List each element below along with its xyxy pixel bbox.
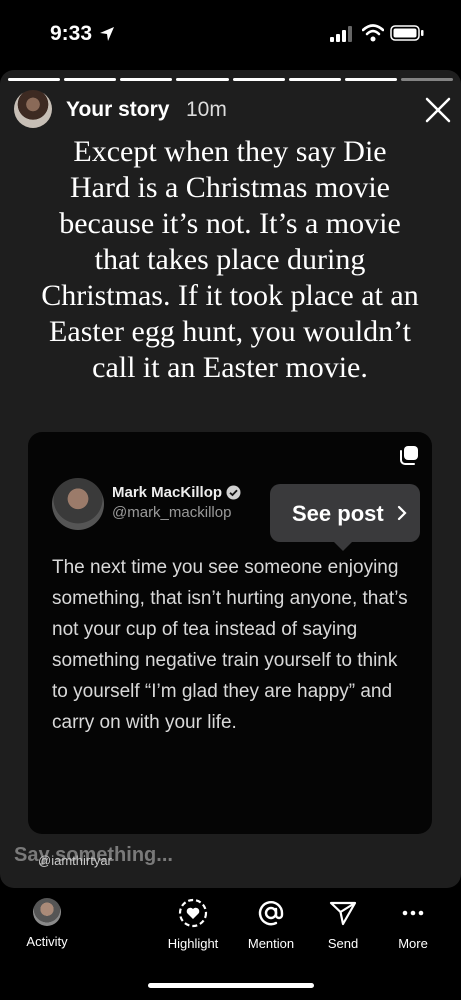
story-time-ago: 10m xyxy=(186,98,227,121)
highlight-heart-icon xyxy=(178,898,208,928)
ellipsis-icon xyxy=(402,910,424,916)
cellular-signal-icon xyxy=(330,26,352,42)
battery-icon xyxy=(390,25,424,41)
multiple-posts-icon xyxy=(400,446,418,465)
story-progress-bar xyxy=(8,78,453,81)
story-viewer[interactable]: Your story 10m Except when they say Die … xyxy=(0,70,461,888)
status-bar: 9:33 xyxy=(0,0,461,68)
avatar xyxy=(33,898,61,926)
chevron-right-icon xyxy=(397,505,407,521)
at-icon xyxy=(258,901,284,926)
mention-button[interactable]: Mention xyxy=(231,898,311,951)
send-icon xyxy=(329,901,357,926)
story-username[interactable]: Your story xyxy=(66,98,169,122)
status-time: 9:33 xyxy=(50,22,93,45)
post-author-handle: @mark_mackillop xyxy=(112,504,232,521)
post-text: The next time you see someone enjoying s… xyxy=(52,557,408,733)
activity-button[interactable]: Activity xyxy=(7,898,87,949)
see-post-button[interactable]: See post xyxy=(270,484,420,551)
see-post-label: See post xyxy=(292,501,384,526)
watermark-handle: @iamthirtyar xyxy=(38,853,112,868)
verified-badge-icon xyxy=(226,485,241,500)
location-arrow-icon xyxy=(100,27,114,41)
activity-label: Activity xyxy=(26,934,68,949)
more-button[interactable]: More xyxy=(373,898,453,951)
highlight-label: Highlight xyxy=(167,936,219,951)
more-label: More xyxy=(398,936,428,951)
send-label: Send xyxy=(327,936,359,951)
home-indicator xyxy=(148,983,314,988)
shared-post-card[interactable]: Mark MacKillop @mark_mackillop See post … xyxy=(28,432,432,834)
story-caption: Except when they say Die Hard is a Chris… xyxy=(41,135,419,384)
close-icon[interactable] xyxy=(424,96,452,124)
send-button[interactable]: Send xyxy=(303,898,383,951)
avatar[interactable] xyxy=(14,90,52,128)
highlight-button[interactable]: Highlight xyxy=(153,898,233,951)
wifi-icon xyxy=(362,24,384,42)
mention-label: Mention xyxy=(247,936,295,951)
post-author-avatar xyxy=(52,478,104,530)
post-author-name: Mark MacKillop xyxy=(112,484,223,501)
